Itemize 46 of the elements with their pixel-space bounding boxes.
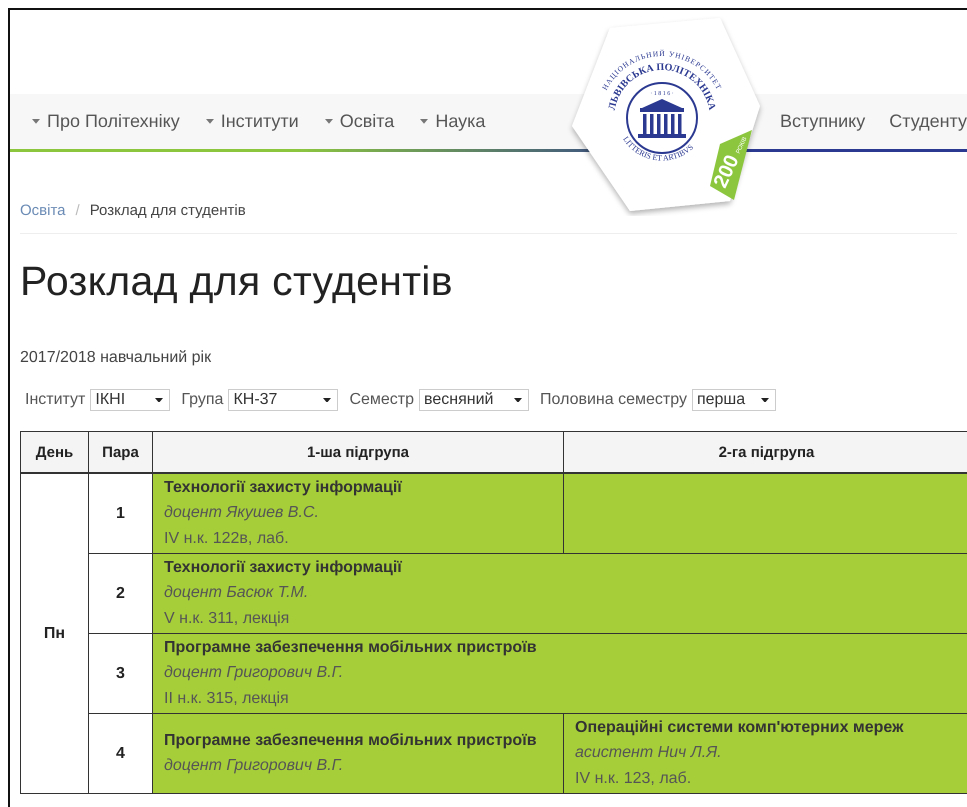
subject-text: Операційні системи комп'ютерних мереж bbox=[575, 718, 904, 738]
teacher-text: асистент Нич Л.Я. bbox=[575, 743, 723, 763]
teacher-text: доцент Григорович В.Г. bbox=[164, 663, 344, 683]
caret-icon bbox=[420, 119, 428, 124]
column-header: День bbox=[20, 432, 88, 473]
caret-icon bbox=[324, 119, 333, 124]
column-header: 1-ша підгрупа bbox=[152, 432, 564, 473]
breadcrumb-current: Розклад для студентів bbox=[90, 202, 246, 219]
academic-year: 2017/2018 навчальний рік bbox=[20, 349, 212, 367]
caret-icon bbox=[155, 398, 164, 402]
subject-text: Програмне забезпечення мобільних пристроїв bbox=[164, 730, 538, 750]
nav-link[interactable]: Студенту bbox=[889, 111, 967, 132]
nav-link[interactable]: Інститути bbox=[206, 111, 299, 132]
column-header: 2-га підгрупа bbox=[564, 432, 967, 473]
nav-link[interactable]: Наука bbox=[420, 111, 486, 132]
room-text: IV н.к. 123, лаб. bbox=[575, 769, 692, 789]
caret-icon bbox=[514, 398, 522, 402]
teacher-text: доцент Григорович В.Г. bbox=[164, 756, 344, 776]
subject-text: Програмне забезпечення мобільних пристроїв bbox=[164, 638, 538, 658]
filter-select[interactable]: КН-37 bbox=[228, 389, 338, 411]
teacher-text: доцент Якушев В.С. bbox=[164, 503, 320, 523]
nav-link[interactable]: Про Політехніку bbox=[32, 111, 180, 132]
caret-icon bbox=[206, 119, 214, 124]
filter-label: Інститут bbox=[25, 391, 86, 409]
room-text: V н.к. 311, лекція bbox=[164, 609, 290, 629]
subject-text: Технології захисту інформації bbox=[164, 558, 403, 578]
caret-icon bbox=[32, 119, 40, 124]
breadcrumb-link[interactable]: Освіта bbox=[20, 202, 66, 219]
caret-icon bbox=[760, 398, 769, 402]
caret-icon bbox=[323, 398, 332, 402]
filter-label: Половина семестру bbox=[540, 391, 687, 409]
room-text: IV н.к. 122в, лаб. bbox=[164, 529, 290, 549]
filter-label: Група bbox=[181, 391, 224, 409]
page-title: Розклад для студентів bbox=[20, 258, 454, 305]
room-text: II н.к. 315, лекція bbox=[164, 689, 290, 709]
nav-link[interactable]: Вступнику bbox=[780, 111, 866, 132]
day-cell: Пн bbox=[20, 473, 88, 794]
teacher-text: доцент Басюк Т.М. bbox=[164, 583, 310, 603]
filter-select[interactable]: весняний bbox=[419, 389, 530, 411]
breadcrumb-separator: / bbox=[76, 202, 80, 219]
column-header: Пара bbox=[88, 432, 152, 473]
filter-select[interactable]: перша bbox=[692, 389, 776, 411]
subject-text: Технології захисту інформації bbox=[164, 478, 403, 498]
filter-select[interactable]: ІКНІ bbox=[90, 389, 170, 411]
nav-link[interactable]: Освіта bbox=[324, 111, 394, 132]
filter-label: Семестр bbox=[349, 391, 414, 409]
